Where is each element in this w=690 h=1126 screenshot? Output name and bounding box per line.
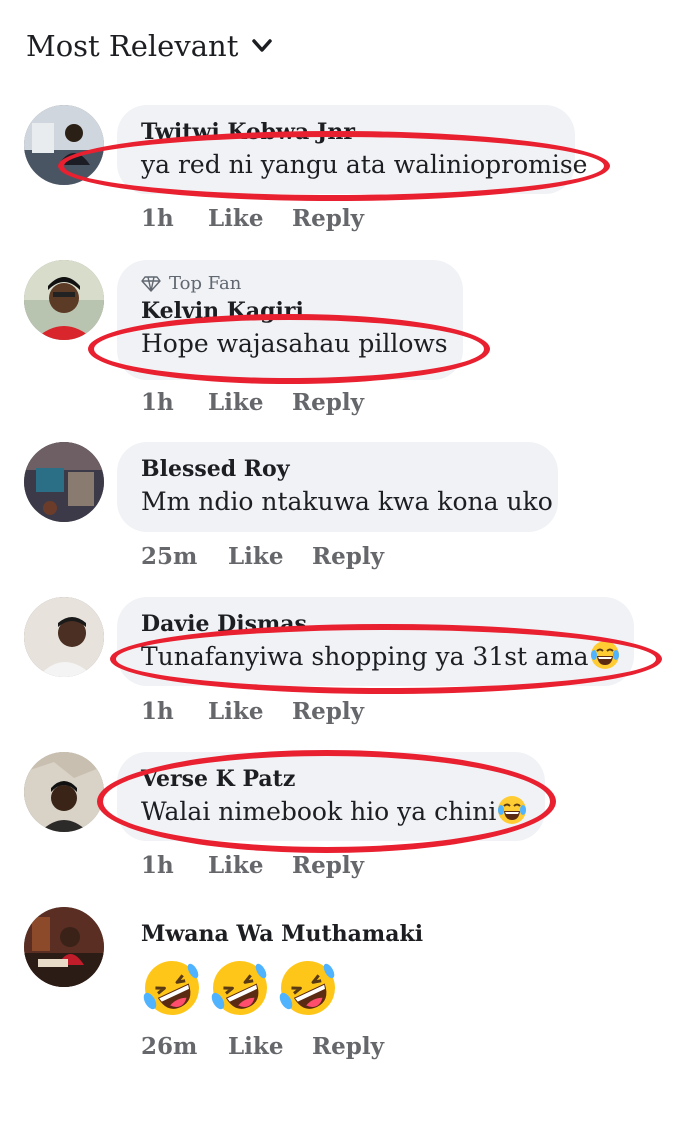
- chevron-down-icon: [252, 39, 273, 52]
- avatar[interactable]: [24, 442, 104, 522]
- comment-time[interactable]: 1h: [141, 852, 208, 879]
- comment-bubble: Blessed Roy Mm ndio ntakuwa kwa kona uko: [117, 442, 558, 532]
- reply-button[interactable]: Reply: [312, 1033, 384, 1060]
- avatar-image: [24, 752, 104, 832]
- comment-actions: 1h Like Reply: [141, 852, 364, 879]
- comment-author[interactable]: Blessed Roy: [141, 454, 534, 484]
- reply-button[interactable]: Reply: [292, 852, 364, 879]
- like-button[interactable]: Like: [228, 543, 312, 570]
- comment-actions: 1h Like Reply: [141, 205, 364, 232]
- comment-actions: 25m Like Reply: [141, 543, 384, 570]
- comment-time[interactable]: 25m: [141, 543, 228, 570]
- like-button[interactable]: Like: [208, 205, 292, 232]
- comment-time[interactable]: 1h: [141, 205, 208, 232]
- comment-actions: 1h Like Reply: [141, 698, 364, 725]
- like-button[interactable]: Like: [208, 698, 292, 725]
- rolling-on-floor-laughing-icon: [279, 961, 335, 1015]
- comment-actions: 26m Like Reply: [141, 1033, 384, 1060]
- comment-time[interactable]: 1h: [141, 389, 208, 416]
- avatar[interactable]: [24, 105, 104, 185]
- avatar[interactable]: [24, 752, 104, 832]
- like-button[interactable]: Like: [208, 389, 292, 416]
- top-fan-badge: Top Fan: [141, 272, 439, 296]
- avatar[interactable]: [24, 597, 104, 677]
- comment-bubble: Mwana Wa Muthamaki: [117, 907, 423, 1027]
- comment-text-content: Tunafanyiwa shopping ya 31st ama: [141, 642, 589, 671]
- avatar-image: [24, 597, 104, 677]
- avatar-image: [24, 442, 104, 522]
- comment-text: Tunafanyiwa shopping ya 31st ama: [141, 639, 619, 675]
- comment-text: Walai nimebook hio ya chini: [141, 794, 527, 830]
- comment-bubble: Davie Dismas Tunafanyiwa shopping ya 31s…: [117, 597, 634, 686]
- comment-author[interactable]: Verse K Patz: [141, 764, 521, 794]
- comment-text: ya red ni yangu ata waliniopromise: [141, 150, 588, 179]
- avatar-image: [24, 260, 104, 340]
- comment-actions: 1h Like Reply: [141, 389, 364, 416]
- comment-author[interactable]: Davie Dismas: [141, 609, 610, 639]
- diamond-icon: [141, 276, 161, 292]
- comment-text-content: Walai nimebook hio ya chini: [141, 797, 497, 826]
- comment-author[interactable]: Twitwi Kobwa Jnr: [141, 117, 551, 147]
- avatar[interactable]: [24, 907, 104, 987]
- rolling-on-floor-laughing-icon: [143, 961, 199, 1015]
- top-fan-label: Top Fan: [169, 273, 242, 294]
- emoji-row: [141, 957, 393, 1019]
- avatar-image: [24, 907, 104, 987]
- face-with-tears-of-joy-icon: [590, 641, 619, 669]
- comment-time[interactable]: 26m: [141, 1033, 228, 1060]
- reply-button[interactable]: Reply: [292, 389, 364, 416]
- reply-button[interactable]: Reply: [292, 205, 364, 232]
- like-button[interactable]: Like: [208, 852, 292, 879]
- avatar[interactable]: [24, 260, 104, 340]
- sort-dropdown[interactable]: Most Relevant: [26, 24, 273, 68]
- avatar-image: [24, 105, 104, 185]
- comment-text: Mm ndio ntakuwa kwa kona uko: [141, 487, 553, 516]
- comment-text: Hope wajasahau pillows: [141, 329, 448, 358]
- reply-button[interactable]: Reply: [292, 698, 364, 725]
- rolling-on-floor-laughing-icon: [211, 961, 267, 1015]
- sort-label: Most Relevant: [26, 29, 239, 63]
- reply-button[interactable]: Reply: [312, 543, 384, 570]
- comment-time[interactable]: 1h: [141, 698, 208, 725]
- comment-author[interactable]: Mwana Wa Muthamaki: [141, 919, 423, 949]
- comment-bubble: Top Fan Kelvin Kagiri Hope wajasahau pil…: [117, 260, 463, 380]
- face-with-tears-of-joy-icon: [498, 796, 527, 824]
- comment-author[interactable]: Kelvin Kagiri: [141, 296, 439, 326]
- comment-bubble: Verse K Patz Walai nimebook hio ya chini: [117, 752, 545, 841]
- like-button[interactable]: Like: [228, 1033, 312, 1060]
- comment-bubble: Twitwi Kobwa Jnr ya red ni yangu ata wal…: [117, 105, 588, 194]
